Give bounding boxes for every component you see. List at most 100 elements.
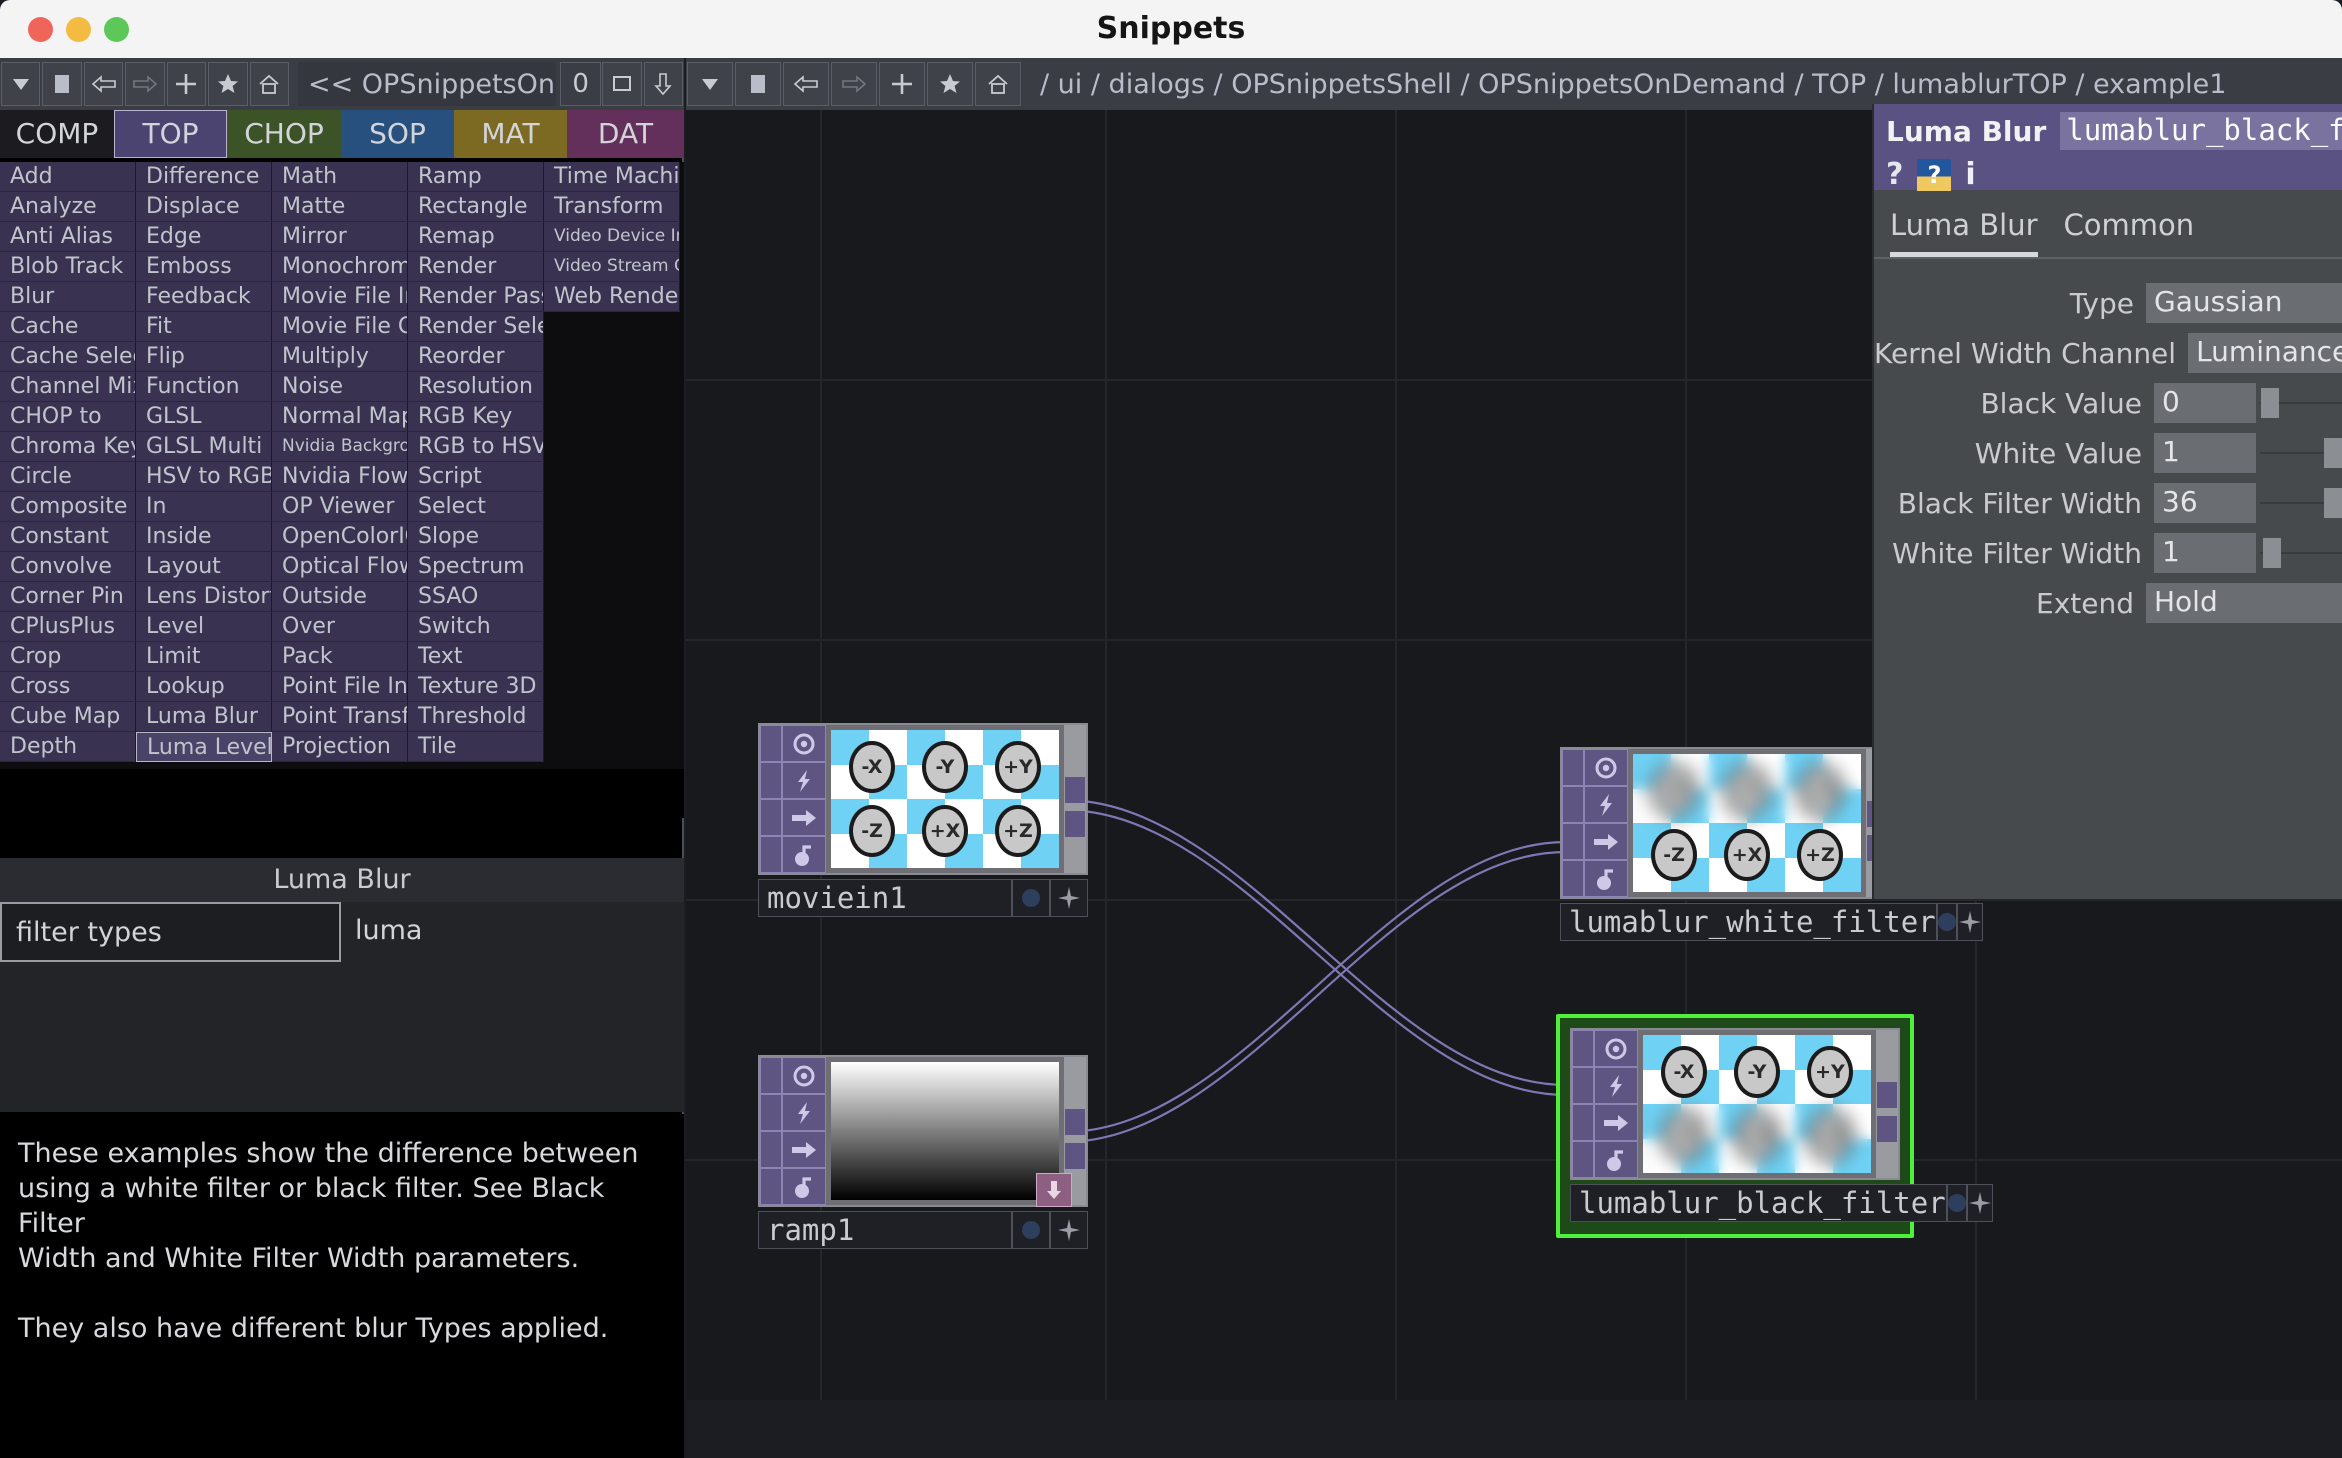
- node-input-flags[interactable]: [1562, 749, 1584, 897]
- node-name-field[interactable]: lumablur_white_filter: [1560, 903, 1937, 941]
- parameter-dropdown[interactable]: Luminance: [2188, 333, 2342, 373]
- node-output-plug[interactable]: [1065, 811, 1085, 837]
- operator-item[interactable]: Video Device In: [544, 222, 680, 252]
- operator-item[interactable]: Normal Map: [272, 402, 408, 432]
- operator-item[interactable]: Text: [408, 642, 544, 672]
- tab-comp[interactable]: COMP: [0, 110, 114, 158]
- operator-item[interactable]: Luma Blur: [136, 702, 272, 732]
- viewer-flag-icon[interactable]: [782, 1057, 826, 1094]
- operator-item[interactable]: Feedback: [136, 282, 272, 312]
- node-viewer-toggle[interactable]: [1946, 1184, 1967, 1222]
- operator-item[interactable]: Noise: [272, 372, 408, 402]
- operator-item[interactable]: RGB to HSV: [408, 432, 544, 462]
- forward-arrow-icon[interactable]: [831, 62, 877, 106]
- network-node[interactable]: -X -Y +Y -Z +X +Z moviein1: [758, 723, 1088, 917]
- node-input-flags[interactable]: [1572, 1030, 1594, 1178]
- node-flag[interactable]: [760, 1168, 782, 1205]
- operator-item[interactable]: Reorder: [408, 342, 544, 372]
- node-name-field[interactable]: moviein1: [758, 879, 1012, 917]
- operator-item[interactable]: Over: [272, 612, 408, 642]
- node-output-plug[interactable]: [1065, 1143, 1085, 1169]
- node-flag-icons[interactable]: [782, 725, 826, 873]
- bypass-flag-icon[interactable]: [782, 1094, 826, 1131]
- parameter-tabs[interactable]: Luma Blur Common: [1874, 190, 2342, 257]
- operator-item[interactable]: Cube Map: [0, 702, 136, 732]
- operator-item[interactable]: Mirror: [272, 222, 408, 252]
- help-card-icon[interactable]: ?: [1917, 158, 1952, 191]
- node-viewer-toggle[interactable]: [1012, 1211, 1050, 1249]
- info-icon[interactable]: i: [1965, 157, 1975, 192]
- node-flag[interactable]: [1572, 1067, 1594, 1104]
- bypass-flag-icon[interactable]: [1594, 1067, 1638, 1104]
- operator-item[interactable]: Corner Pin: [0, 582, 136, 612]
- parameter-tab[interactable]: Luma Blur: [1890, 208, 2038, 257]
- node-label-row[interactable]: lumablur_white_filter: [1560, 903, 1983, 941]
- operator-item[interactable]: Constant: [0, 522, 136, 552]
- operator-item[interactable]: Displace: [136, 192, 272, 222]
- operator-item[interactable]: Channel Mix: [0, 372, 136, 402]
- depth-counter[interactable]: 0: [560, 62, 602, 106]
- render-flag-icon[interactable]: [782, 1131, 826, 1168]
- parameter-tab[interactable]: Common: [2064, 208, 2195, 257]
- network-node[interactable]: ramp1: [758, 1055, 1088, 1249]
- operator-item[interactable]: Select: [408, 492, 544, 522]
- operator-item[interactable]: Threshold: [408, 702, 544, 732]
- parameter-dropdown[interactable]: Gaussian: [2146, 283, 2342, 323]
- node-flag[interactable]: [1572, 1104, 1594, 1141]
- node-flag[interactable]: [760, 1131, 782, 1168]
- operator-item[interactable]: Layout: [136, 552, 272, 582]
- bypass-flag-icon[interactable]: [782, 762, 826, 799]
- square-icon[interactable]: [602, 62, 642, 106]
- stop-icon[interactable]: [735, 62, 781, 106]
- parameter-slider[interactable]: [2260, 533, 2342, 573]
- operator-item[interactable]: Emboss: [136, 252, 272, 282]
- viewer-flag-icon[interactable]: [1594, 1030, 1638, 1067]
- lock-flag-icon[interactable]: [782, 1168, 826, 1205]
- viewer-flag-icon[interactable]: [1584, 749, 1628, 786]
- operator-item[interactable]: Monochrome: [272, 252, 408, 282]
- node-name-field[interactable]: ramp1: [758, 1211, 1012, 1249]
- operator-item[interactable]: Blur: [0, 282, 136, 312]
- node-label-row[interactable]: ramp1: [758, 1211, 1088, 1249]
- node-flag[interactable]: [1572, 1141, 1594, 1178]
- operator-item[interactable]: Spectrum: [408, 552, 544, 582]
- network-node[interactable]: -X -Y +Y -Z +X +Z lumablur_white_filter: [1560, 747, 1983, 941]
- operator-item[interactable]: Movie File Out: [272, 312, 408, 342]
- node-flag[interactable]: [1572, 1030, 1594, 1067]
- node-flag[interactable]: [760, 725, 782, 762]
- node-clone-badge[interactable]: [1050, 879, 1088, 917]
- node-input-flags[interactable]: [760, 1057, 782, 1205]
- operator-family-tabs[interactable]: COMP TOP CHOP SOP MAT DAT: [0, 110, 684, 158]
- node-output-plug[interactable]: [1877, 1116, 1897, 1142]
- operator-item[interactable]: Render Pass: [408, 282, 544, 312]
- plus-icon[interactable]: [166, 62, 207, 106]
- network-path-field[interactable]: << OPSnippetsOn: [297, 62, 557, 106]
- operator-item[interactable]: Multiply: [272, 342, 408, 372]
- snippet-example-list[interactable]: filter types luma: [0, 902, 684, 962]
- node-flag-icons[interactable]: [1594, 1030, 1638, 1178]
- operator-item[interactable]: Web Render: [544, 282, 680, 312]
- operator-item[interactable]: Transform: [544, 192, 680, 222]
- operator-item[interactable]: Projection: [272, 732, 408, 762]
- operator-item[interactable]: Inside: [136, 522, 272, 552]
- operator-item[interactable]: Tile: [408, 732, 544, 762]
- network-node[interactable]: -X -Y +Y -Z +X +Z lumablur_black_filter: [1570, 1028, 1993, 1222]
- star-icon[interactable]: [927, 62, 973, 106]
- tab-dat[interactable]: DAT: [567, 110, 684, 158]
- plus-icon[interactable]: [879, 62, 925, 106]
- node-label-row[interactable]: moviein1: [758, 879, 1088, 917]
- operator-item[interactable]: In: [136, 492, 272, 522]
- operator-item[interactable]: GLSL: [136, 402, 272, 432]
- operator-item[interactable]: Lookup: [136, 672, 272, 702]
- home-icon[interactable]: [249, 62, 289, 106]
- parameter-dropdown[interactable]: Hold: [2146, 583, 2342, 623]
- node-flag[interactable]: [1562, 786, 1584, 823]
- operator-item[interactable]: Flip: [136, 342, 272, 372]
- question-mark-icon[interactable]: ?: [1886, 157, 1903, 192]
- operator-item[interactable]: Cache Select: [0, 342, 136, 372]
- node-flag[interactable]: [760, 762, 782, 799]
- operator-item[interactable]: Luma Level: [136, 732, 272, 762]
- operator-item[interactable]: Add: [0, 162, 136, 192]
- operator-item[interactable]: Render: [408, 252, 544, 282]
- operator-item[interactable]: Texture 3D: [408, 672, 544, 702]
